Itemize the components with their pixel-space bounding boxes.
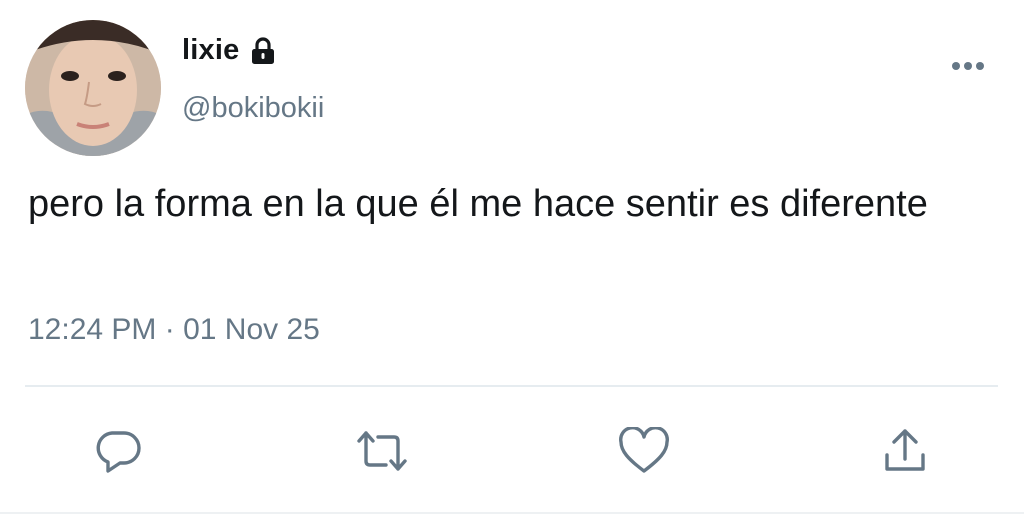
avatar[interactable]: [25, 20, 161, 156]
user-handle[interactable]: @bokibokii: [182, 92, 324, 125]
retweet-button[interactable]: [355, 424, 409, 478]
reply-icon: [94, 427, 142, 475]
bottom-border: [0, 512, 1024, 514]
display-name[interactable]: lixie: [182, 34, 239, 67]
lock-icon: [248, 36, 278, 66]
tweet-text: pero la forma en la que él me hace senti…: [28, 183, 928, 225]
divider: [25, 385, 998, 387]
more-options-icon[interactable]: [946, 52, 990, 80]
like-button[interactable]: [617, 424, 671, 478]
tweet-card: lixie @bokibokii pero la forma en la que…: [0, 0, 1024, 528]
share-icon: [881, 427, 929, 475]
author-name-row: lixie: [182, 34, 278, 67]
reply-button[interactable]: [91, 424, 145, 478]
like-icon: [618, 427, 670, 475]
retweet-icon: [355, 427, 409, 475]
tweet-timestamp[interactable]: 12:24 PM · 01 Nov 25: [28, 313, 320, 347]
share-button[interactable]: [878, 424, 932, 478]
